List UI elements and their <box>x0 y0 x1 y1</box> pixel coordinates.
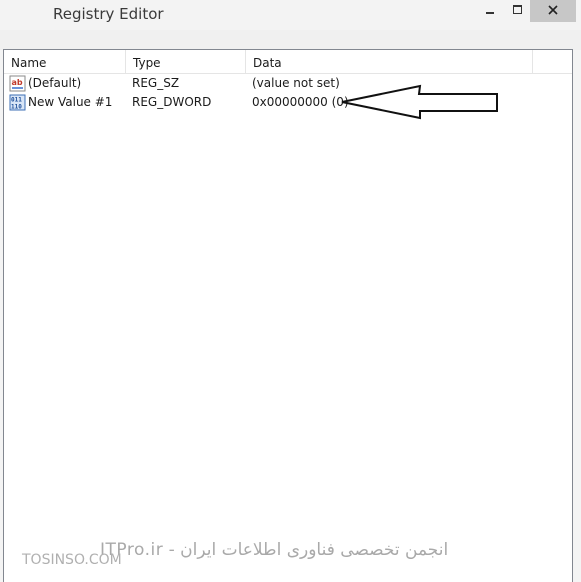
watermark-text: انجمن تخصصی فناوری اطلاعات ایران - ITPro… <box>100 540 449 560</box>
column-header-name[interactable]: Name <box>4 50 126 73</box>
value-name: (Default) <box>28 76 82 90</box>
string-value-icon: ab <box>9 75 26 92</box>
window-title: Registry Editor <box>53 5 164 23</box>
arrow-annotation-icon <box>341 84 498 120</box>
svg-text:ab: ab <box>12 78 23 87</box>
svg-text:110: 110 <box>11 104 22 111</box>
list-header: Name Type Data <box>4 50 572 74</box>
maximize-button[interactable] <box>504 0 532 22</box>
column-header-data[interactable]: Data <box>246 50 533 73</box>
watermark-site: TOSINSO.COM <box>22 552 122 568</box>
column-header-type[interactable]: Type <box>126 50 246 73</box>
value-data: (value not set) <box>252 76 340 90</box>
title-bar[interactable]: Registry Editor <box>0 0 581 30</box>
value-name: New Value #1 <box>28 95 113 109</box>
binary-value-icon: 011 110 <box>9 94 26 111</box>
close-button[interactable] <box>530 0 576 22</box>
minimize-button[interactable] <box>476 0 506 22</box>
svg-text:011: 011 <box>11 97 22 104</box>
value-type: REG_DWORD <box>132 95 212 109</box>
values-list[interactable]: Name Type Data ab (Default) REG_SZ (valu… <box>3 49 573 582</box>
value-type: REG_SZ <box>132 76 180 90</box>
close-icon <box>548 5 558 15</box>
toolbar-strip <box>0 30 581 50</box>
